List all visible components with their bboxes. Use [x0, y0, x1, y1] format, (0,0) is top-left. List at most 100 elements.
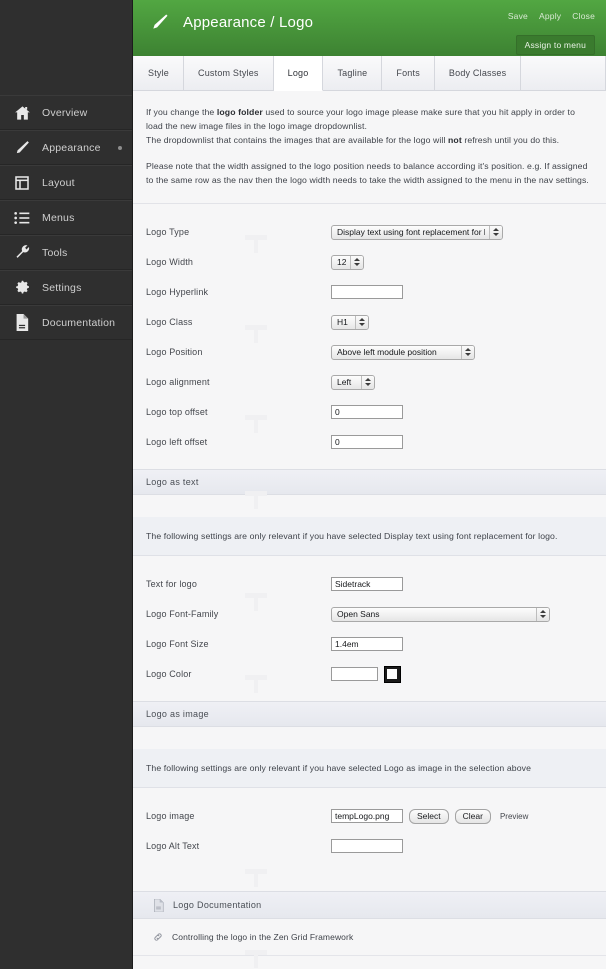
- logo-width-select[interactable]: 12: [331, 254, 364, 270]
- row-logo-left-offset: Logo left offset: [133, 427, 606, 457]
- logo-hyperlink-input[interactable]: [331, 285, 403, 300]
- logo-position-select-wrap: Above left module position: [331, 344, 475, 360]
- logo-color-input[interactable]: [331, 667, 378, 682]
- main-area: Appearance / Logo Save Apply Close Assig…: [133, 0, 606, 969]
- row-logo-class: Logo Class H1: [133, 307, 606, 344]
- gear-icon: [12, 278, 32, 298]
- home-icon: [12, 103, 32, 123]
- row-control: Above left module position: [331, 344, 593, 360]
- section-header-logo-as-text: Logo as text: [133, 469, 606, 496]
- save-button[interactable]: Save: [508, 11, 528, 21]
- content-tail: [133, 950, 606, 969]
- tab-logo[interactable]: Logo: [273, 56, 324, 91]
- row-logo-image: Logo image Select Clear Preview: [133, 801, 606, 831]
- row-control: Open Sans: [331, 606, 593, 622]
- tab-bar-filler: [521, 56, 606, 90]
- logo-image-rows: Logo image Select Clear Preview Logo Alt…: [133, 788, 606, 874]
- document-icon: [153, 898, 164, 912]
- tab-body-classes[interactable]: Body Classes: [434, 56, 522, 90]
- select-button[interactable]: Select: [409, 808, 449, 824]
- row-control: [331, 839, 593, 854]
- row-text-for-logo: Text for logo: [133, 569, 606, 599]
- row-label: Logo Font-Family: [146, 609, 219, 620]
- list-icon: [12, 208, 32, 228]
- logo-top-offset-input[interactable]: [331, 405, 403, 420]
- tab-custom-styles[interactable]: Custom Styles: [184, 56, 274, 90]
- sidebar-item-label: Layout: [42, 176, 75, 189]
- row-control: H1: [331, 314, 593, 330]
- logo-alt-text-input[interactable]: [331, 839, 403, 854]
- sidebar-item-appearance[interactable]: Appearance: [0, 130, 132, 165]
- documentation-link[interactable]: Controlling the logo in the Zen Grid Fra…: [172, 932, 353, 942]
- document-icon: [12, 313, 32, 333]
- logo-class-select[interactable]: H1: [331, 314, 369, 330]
- section-spacer: [133, 869, 606, 892]
- logo-position-select[interactable]: Above left module position: [331, 344, 475, 360]
- page-title: Appearance / Logo: [183, 13, 314, 31]
- sidebar-item-label: Appearance: [42, 141, 101, 154]
- tab-tagline[interactable]: Tagline: [323, 56, 383, 90]
- row-logo-position: Logo Position Above left module position: [133, 337, 606, 367]
- documentation-link-row[interactable]: Controlling the logo in the Zen Grid Fra…: [133, 919, 606, 957]
- sidebar-item-overview[interactable]: Overview: [0, 95, 132, 130]
- sidebar-item-label: Overview: [42, 106, 88, 119]
- tab-fonts[interactable]: Fonts: [382, 56, 435, 90]
- preview-label: Preview: [499, 811, 529, 821]
- row-label: Logo top offset: [146, 407, 208, 418]
- header-actions: Save Apply Close: [508, 11, 595, 21]
- row-logo-alignment: Logo alignment Left: [133, 367, 606, 397]
- color-picker-swatch[interactable]: [384, 665, 401, 683]
- logo-type-select[interactable]: Display text using font replacement for …: [331, 224, 503, 240]
- row-control: Select Clear Preview: [331, 808, 593, 824]
- row-label: Logo image: [146, 811, 195, 822]
- sidebar-item-label: Documentation: [42, 316, 116, 329]
- logo-left-offset-input[interactable]: [331, 435, 403, 450]
- row-logo-color: Logo Color: [133, 659, 606, 694]
- notice-text-not: not: [448, 135, 462, 146]
- logo-alignment-select-wrap: Left: [331, 374, 375, 390]
- wrench-icon: [12, 243, 32, 263]
- logo-alignment-select[interactable]: Left: [331, 374, 375, 390]
- row-control: [331, 435, 593, 450]
- layout-icon: [12, 173, 32, 193]
- logo-font-size-input[interactable]: [331, 637, 403, 652]
- logo-text-rows: Text for logo Logo Font-Family Open Sans: [133, 556, 606, 702]
- row-control: [331, 577, 593, 592]
- row-label: Logo Class: [146, 317, 193, 328]
- tab-style[interactable]: Style: [134, 56, 185, 90]
- row-logo-width: Logo Width 12: [133, 247, 606, 277]
- row-label: Text for logo: [146, 579, 197, 590]
- section-title: Logo Documentation: [173, 900, 262, 911]
- row-logo-type: Logo Type Display text using font replac…: [133, 217, 606, 254]
- clear-button[interactable]: Clear: [454, 808, 491, 824]
- text-for-logo-input[interactable]: [331, 577, 403, 592]
- close-button[interactable]: Close: [572, 11, 595, 21]
- link-icon: [153, 932, 163, 942]
- section-title: Logo as text: [146, 477, 199, 488]
- row-control: Left: [331, 374, 593, 390]
- row-logo-hyperlink: Logo Hyperlink: [133, 277, 606, 307]
- section-spacer: [133, 491, 606, 518]
- logo-class-select-wrap: H1: [331, 314, 369, 330]
- notice-paragraph-1: If you change the logo folder used to so…: [146, 105, 593, 147]
- tab-bar: Style Custom Styles Logo Tagline Fonts B…: [133, 56, 606, 91]
- page-header: Appearance / Logo Save Apply Close Assig…: [133, 0, 606, 56]
- apply-button[interactable]: Apply: [539, 11, 561, 21]
- section-note-logo-as-text: The following settings are only relevant…: [133, 517, 606, 557]
- sidebar-item-label: Menus: [42, 211, 75, 224]
- section-title: Logo as image: [146, 709, 209, 720]
- sidebar-item-documentation[interactable]: Documentation: [0, 305, 132, 340]
- assign-to-menu-button[interactable]: Assign to menu: [515, 35, 595, 55]
- sidebar-item-tools[interactable]: Tools: [0, 235, 132, 270]
- row-label: Logo Font Size: [146, 639, 209, 650]
- row-logo-alt-text: Logo Alt Text: [133, 831, 606, 861]
- row-control: 12: [331, 254, 593, 270]
- logo-font-family-select-wrap: Open Sans: [331, 606, 550, 622]
- sidebar-item-layout[interactable]: Layout: [0, 165, 132, 200]
- sidebar-item-settings[interactable]: Settings: [0, 270, 132, 305]
- logo-font-family-select[interactable]: Open Sans: [331, 606, 550, 622]
- logo-image-input[interactable]: [331, 809, 403, 824]
- sidebar-item-menus[interactable]: Menus: [0, 200, 132, 235]
- notice-text-2a: The dropdownlist that contains the image…: [146, 135, 448, 146]
- section-spacer: [133, 727, 606, 750]
